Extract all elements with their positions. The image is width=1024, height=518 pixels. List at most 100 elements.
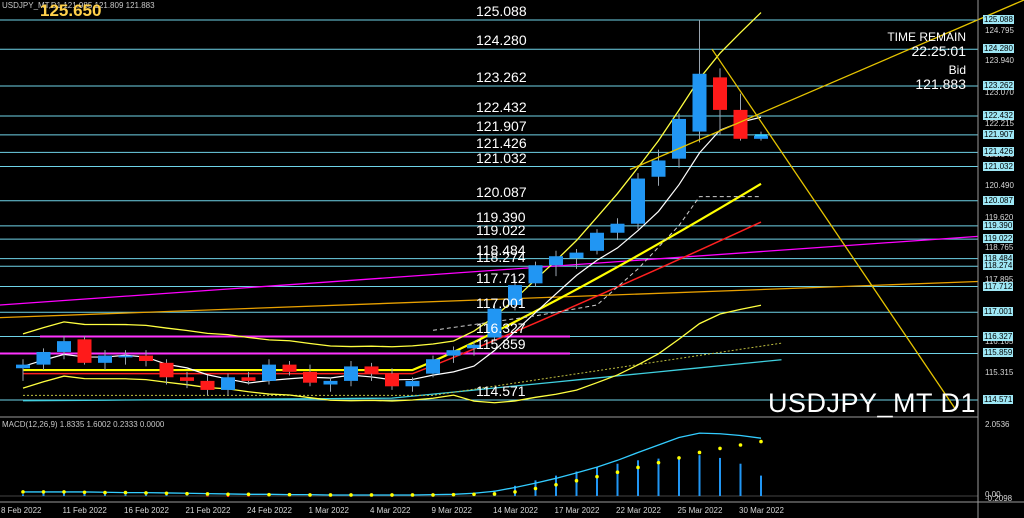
date-axis-tick: 9 Mar 2022 — [431, 506, 472, 515]
candle — [713, 68, 727, 136]
bull-candle-body — [549, 256, 563, 266]
candle — [344, 361, 358, 387]
date-axis-tick: 4 Mar 2022 — [370, 506, 411, 515]
level-price-label: 118.274 — [476, 249, 526, 266]
price-level-tag: 119.022 — [983, 234, 1014, 244]
macd-dot — [738, 443, 743, 447]
bull-candle-body — [692, 73, 707, 132]
candle — [303, 364, 317, 387]
level-price-label: 121.907 — [476, 117, 527, 134]
level-price-label: 122.432 — [476, 98, 527, 115]
date-axis-tick: 11 Feb 2022 — [62, 506, 107, 515]
bear-candle-body — [241, 377, 256, 381]
macd-dot — [410, 493, 415, 497]
candlesticks — [16, 19, 768, 396]
long-ma-line — [22, 359, 782, 402]
bear-candle-body — [713, 77, 727, 110]
bull-candle-body — [344, 366, 358, 381]
price-level-tag: 124.280 — [983, 44, 1014, 54]
candle — [221, 373, 235, 396]
bull-candle-body — [405, 380, 420, 387]
macd-dot — [164, 491, 169, 496]
bollinger-upper-band — [22, 12, 762, 348]
bear-candle-body — [364, 366, 379, 374]
date-axis-tick: 22 Mar 2022 — [616, 506, 661, 515]
macd-axis-tick: 2.0536 — [985, 420, 1010, 429]
time-remain-value: 22:25:01 — [911, 43, 967, 59]
price-level-tag: 118.274 — [983, 261, 1014, 271]
macd-dot — [533, 486, 538, 491]
level-price-label: 116.327 — [476, 319, 526, 336]
level-price-label: 123.262 — [476, 68, 527, 85]
candle — [528, 261, 543, 287]
macd-dot — [718, 446, 722, 451]
bull-candle-body — [57, 341, 71, 352]
macd-dot — [636, 465, 640, 470]
date-axis-tick: 17 Mar 2022 — [554, 506, 600, 515]
date-axis-tick: 25 Mar 2022 — [677, 506, 723, 515]
macd-dot — [615, 470, 620, 475]
bull-candle-body — [528, 265, 543, 284]
date-axis-tick: 16 Feb 2022 — [124, 506, 169, 515]
price-level-tag: 120.087 — [983, 195, 1014, 205]
level-price-label: 115.859 — [476, 336, 526, 353]
macd-dot — [41, 490, 46, 494]
current-price-display: 125.650 — [40, 1, 102, 20]
macd-dot — [492, 492, 497, 496]
price-axis-tick: 123.940 — [985, 56, 1014, 66]
price-axis-tick: 118.765 — [985, 243, 1014, 253]
level-price-label: 121.032 — [476, 149, 527, 166]
candle — [323, 377, 338, 392]
price-level-tag: 116.327 — [983, 331, 1014, 341]
macd-indicator-label: MACD(12,26,9) 1.8335 1.6002 0.2333 0.000… — [2, 420, 165, 429]
level-price-label: 114.571 — [476, 383, 526, 399]
macd-dot — [328, 493, 333, 497]
bull-candle-body — [262, 364, 276, 381]
price-axis-tick: 115.315 — [985, 368, 1014, 378]
bear-candle-body — [200, 380, 215, 390]
level-price-label: 117.712 — [476, 269, 526, 286]
bull-candle-body — [610, 223, 625, 233]
bull-candle-body — [118, 355, 133, 358]
macd-dot — [267, 492, 271, 497]
macd-dot — [349, 493, 353, 497]
bear-candle-body — [159, 362, 174, 378]
bull-candle-body — [426, 359, 440, 374]
macd-dot — [451, 492, 456, 497]
level-price-label: 125.088 — [476, 3, 527, 19]
macd-dot — [144, 491, 148, 495]
price-level-tag: 117.001 — [983, 307, 1014, 317]
level-price-label: 119.022 — [476, 222, 526, 239]
macd-dot — [554, 482, 558, 487]
trading-chart-window[interactable]: USDJPY_MT,D1 121.985 121.809 121.883 125… — [0, 0, 1024, 518]
bear-candle-body — [385, 373, 399, 387]
macd-dot — [595, 474, 599, 479]
level-price-label: 117.001 — [476, 295, 526, 312]
bull-candle-body — [323, 380, 338, 385]
price-level-tag: 115.859 — [983, 348, 1014, 358]
candle — [672, 113, 686, 168]
price-level-tag: 117.712 — [983, 281, 1014, 291]
price-axis-tick: 124.795 — [985, 25, 1014, 35]
candle — [118, 350, 133, 365]
candle — [385, 368, 399, 390]
candle — [692, 19, 707, 143]
macd-axis-tick: -0.2098 — [985, 494, 1013, 503]
candle — [590, 229, 604, 255]
fast-ma-line — [22, 116, 762, 384]
bull-candle-body — [221, 377, 235, 390]
candle — [610, 218, 625, 240]
bull-candle-body — [631, 178, 645, 224]
price-level-tag: 121.907 — [983, 129, 1014, 139]
symbol-watermark: USDJPY_MT D1 — [767, 388, 976, 418]
level-price-label: 120.087 — [476, 183, 527, 200]
bull-candle-body — [446, 350, 461, 356]
candle — [200, 375, 215, 396]
macd-pane — [0, 432, 978, 498]
macd-dot — [82, 490, 87, 495]
price-level-tag: 119.390 — [983, 220, 1014, 230]
trendlines — [629, 0, 1024, 411]
macd-dot — [62, 490, 66, 494]
candle — [36, 348, 51, 371]
bull-candle-body — [651, 160, 666, 177]
